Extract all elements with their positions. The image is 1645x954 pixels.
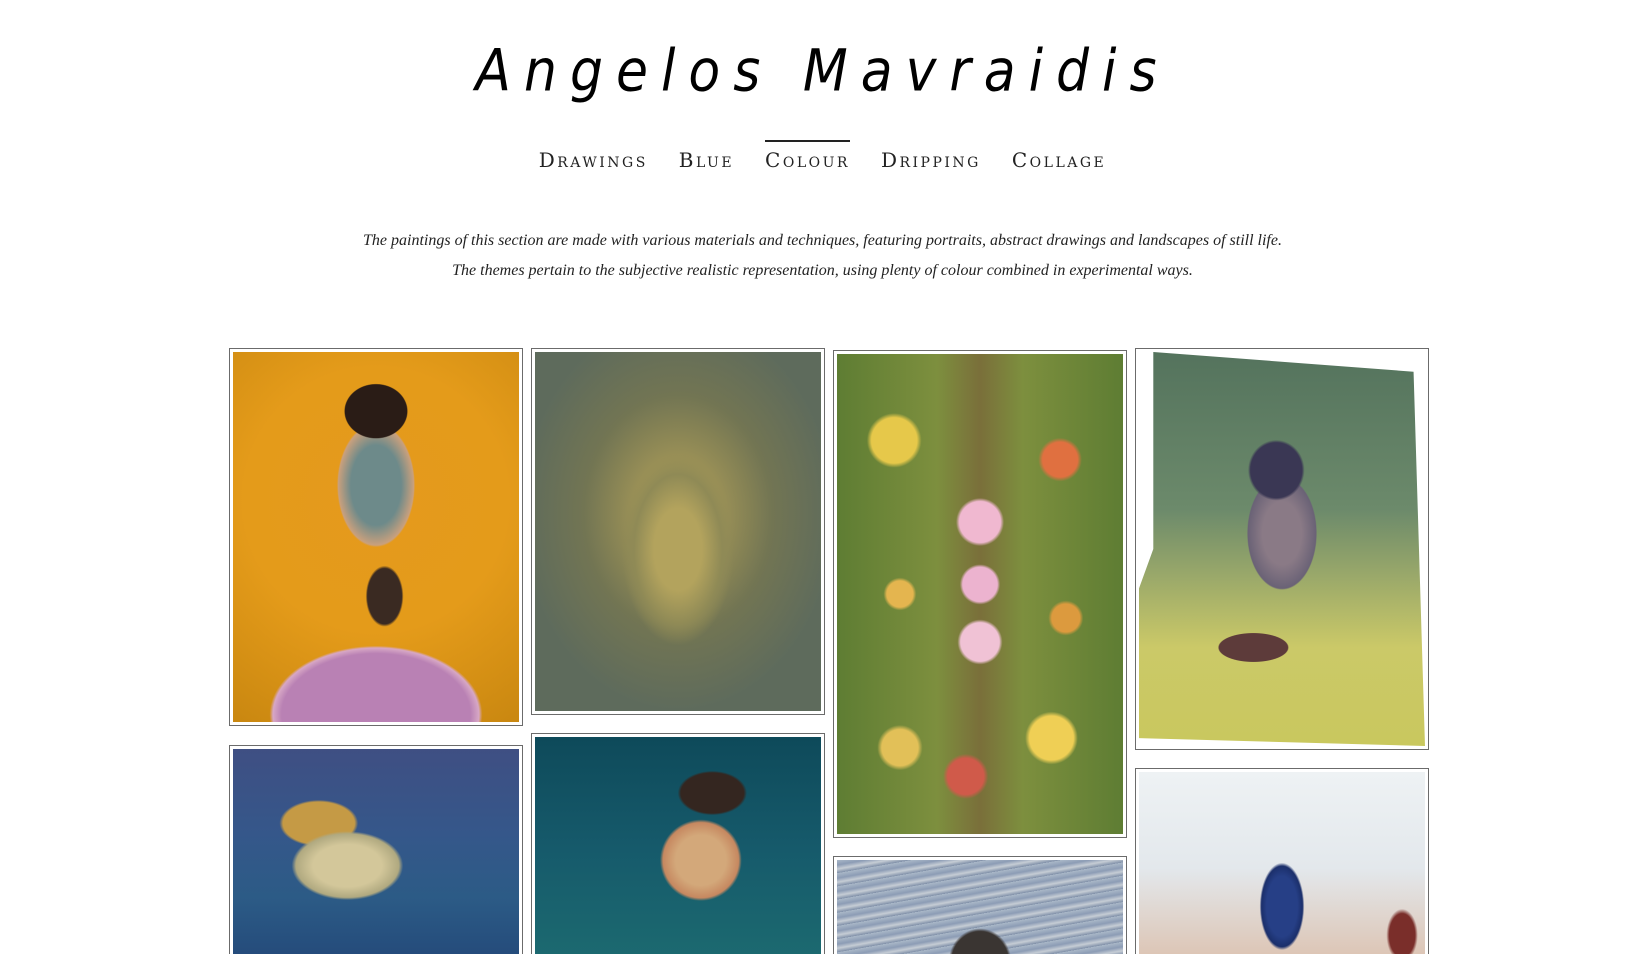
painting-image (233, 749, 519, 954)
painting-image (233, 352, 519, 722)
gallery-painting-flowers[interactable] (833, 350, 1127, 838)
gallery-painting-dog[interactable] (833, 856, 1127, 954)
gallery-painting-blue-bird[interactable] (1135, 768, 1429, 954)
painting-image (535, 352, 821, 711)
painting-image (837, 860, 1123, 954)
gallery-painting-man-orange[interactable] (229, 348, 523, 726)
gallery-painting-elderly-woman[interactable] (531, 733, 825, 954)
gallery-painting-woman-pipe[interactable] (1135, 348, 1429, 750)
painting-image (535, 737, 821, 954)
painting-image (1139, 772, 1425, 954)
gallery-painting-olive-face[interactable] (531, 348, 825, 715)
gallery-painting-sleeping-face[interactable] (229, 745, 523, 954)
painting-gallery (0, 0, 1645, 954)
painting-image (1139, 352, 1425, 746)
painting-image (837, 354, 1123, 834)
